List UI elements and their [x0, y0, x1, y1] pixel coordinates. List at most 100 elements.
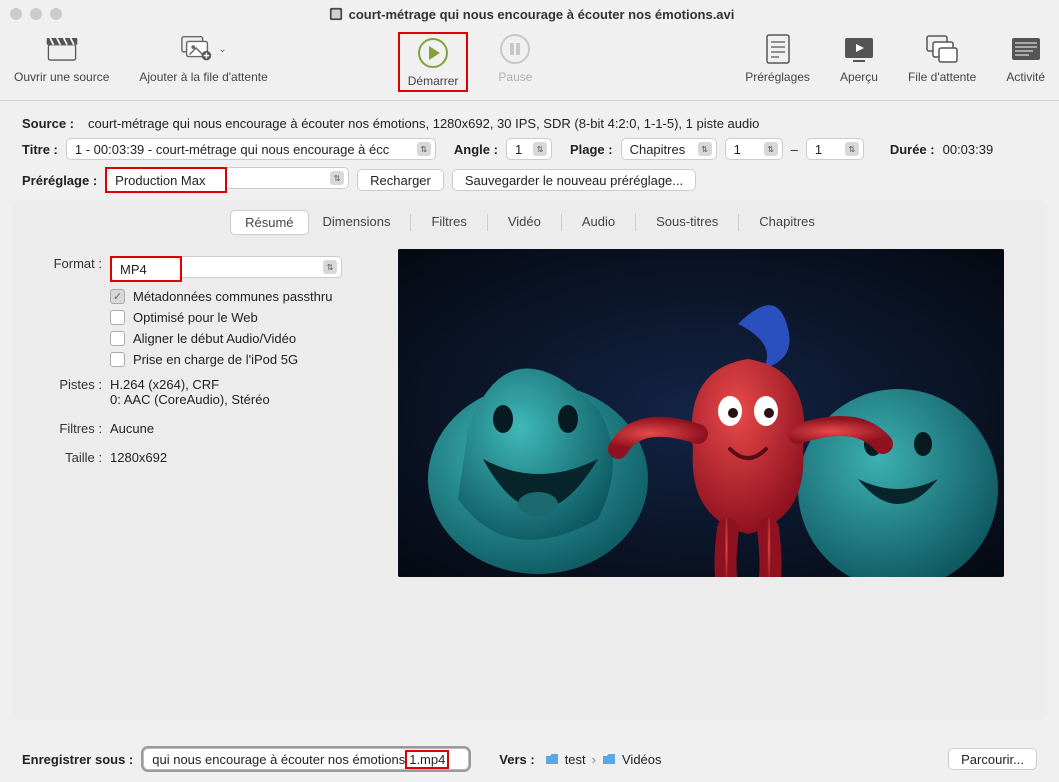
save-as-label: Enregistrer sous :: [22, 752, 133, 767]
play-icon: [416, 36, 450, 70]
tracks-value: H.264 (x264), CRF 0: AAC (CoreAudio), St…: [110, 377, 378, 407]
path-seg2: Vidéos: [622, 752, 662, 767]
preset-label: Préréglage :: [22, 173, 97, 188]
tab-summary[interactable]: Résumé: [230, 210, 308, 235]
clapperboard-icon: [45, 32, 79, 66]
content-panel: Résumé Dimensions Filtres Vidéo Audio So…: [12, 200, 1047, 720]
checkbox-align[interactable]: [110, 331, 125, 346]
tab-subtitles[interactable]: Sous-titres: [642, 210, 732, 235]
updown-icon: ⇅: [698, 142, 712, 156]
save-as-filename: qui nous encourage à écouter nos émotion…: [152, 752, 405, 767]
video-preview: [398, 249, 1004, 577]
checkbox-web-label: Optimisé pour le Web: [133, 310, 258, 325]
angle-label: Angle :: [454, 142, 498, 157]
add-queue-label: Ajouter à la file d'attente: [139, 70, 267, 84]
reload-preset-button[interactable]: Recharger: [357, 169, 444, 191]
save-as-extension: 1.mp4: [405, 750, 449, 769]
range-from-select[interactable]: 1 ⇅: [725, 138, 783, 160]
save-preset-button[interactable]: Sauvegarder le nouveau préréglage...: [452, 169, 696, 191]
duration-value: 00:03:39: [943, 142, 994, 157]
updown-icon: ⇅: [330, 171, 344, 185]
preview-button[interactable]: Aperçu: [840, 32, 878, 84]
chevron-down-icon[interactable]: ⌄: [218, 44, 226, 55]
preset-select[interactable]: ⇅: [227, 167, 349, 189]
window-controls: [10, 8, 62, 20]
tab-audio[interactable]: Audio: [568, 210, 629, 235]
tab-filters[interactable]: Filtres: [417, 210, 480, 235]
duration-label: Durée :: [890, 142, 935, 157]
title-label: Titre :: [22, 142, 58, 157]
filters-value: Aucune: [110, 421, 378, 436]
app-icon: [329, 7, 343, 21]
queue-label: File d'attente: [908, 70, 976, 84]
activity-button[interactable]: Activité: [1006, 32, 1045, 84]
pause-label: Pause: [498, 70, 532, 84]
preview-label: Aperçu: [840, 70, 878, 84]
presets-button[interactable]: Préréglages: [745, 32, 810, 84]
range-sep: –: [791, 142, 798, 157]
checkbox-web[interactable]: [110, 310, 125, 325]
format-select-inner: MP4: [112, 258, 180, 280]
tabs: Résumé Dimensions Filtres Vidéo Audio So…: [22, 210, 1037, 235]
folder-icon: [545, 753, 559, 765]
range-label: Plage :: [570, 142, 613, 157]
close-window[interactable]: [10, 8, 22, 20]
range-type-value: Chapitres: [630, 142, 686, 157]
updown-icon: ⇅: [323, 260, 337, 274]
preset-value: Production Max: [115, 173, 205, 188]
angle-select[interactable]: 1 ⇅: [506, 138, 552, 160]
source-label: Source :: [22, 116, 74, 131]
zoom-window[interactable]: [50, 8, 62, 20]
path-breadcrumb[interactable]: test › Vidéos: [545, 752, 662, 767]
activity-icon: [1009, 32, 1043, 66]
titlebar: court-métrage qui nous encourage à écout…: [0, 0, 1059, 28]
window-title-text: court-métrage qui nous encourage à écout…: [349, 7, 735, 22]
tab-video[interactable]: Vidéo: [494, 210, 555, 235]
format-select[interactable]: ⇅: [182, 256, 342, 278]
presets-icon: [761, 32, 795, 66]
open-source-button[interactable]: Ouvrir une source: [14, 32, 109, 84]
filters-label: Filtres :: [38, 421, 102, 436]
queue-icon: [925, 32, 959, 66]
checkbox-meta[interactable]: ✓: [110, 289, 125, 304]
window-title: court-métrage qui nous encourage à écout…: [62, 7, 1001, 22]
images-plus-icon: [180, 32, 214, 66]
title-select[interactable]: 1 - 00:03:39 - court-métrage qui nous en…: [66, 138, 436, 160]
tab-dimensions[interactable]: Dimensions: [309, 210, 405, 235]
checkbox-ipod[interactable]: [110, 352, 125, 367]
start-button[interactable]: Démarrer: [398, 32, 469, 92]
pause-button: Pause: [498, 32, 532, 84]
checkbox-ipod-label: Prise en charge de l'iPod 5G: [133, 352, 298, 367]
range-to-select[interactable]: 1 ⇅: [806, 138, 864, 160]
updown-icon: ⇅: [845, 142, 859, 156]
updown-icon: ⇅: [533, 142, 547, 156]
checkbox-align-label: Aligner le début Audio/Vidéo: [133, 331, 296, 346]
to-label: Vers :: [499, 752, 534, 767]
pause-icon: [498, 32, 532, 66]
toolbar: Ouvrir une source ⌄ Ajouter à la file d'…: [0, 28, 1059, 100]
checkbox-meta-label: Métadonnées communes passthru: [133, 289, 332, 304]
open-source-label: Ouvrir une source: [14, 70, 109, 84]
source-value: court-métrage qui nous encourage à écout…: [88, 116, 759, 131]
summary-left: Format : MP4 ⇅ ✓ Métadonnées communes pa…: [38, 249, 378, 577]
title-value: 1 - 00:03:39 - court-métrage qui nous en…: [75, 142, 389, 157]
browse-button[interactable]: Parcourir...: [948, 748, 1037, 770]
save-as-field[interactable]: qui nous encourage à écouter nos émotion…: [143, 748, 469, 770]
size-label: Taille :: [38, 450, 102, 465]
updown-icon: ⇅: [764, 142, 778, 156]
angle-value: 1: [515, 142, 522, 157]
tracks-label: Pistes :: [38, 377, 102, 392]
add-queue-button[interactable]: ⌄ Ajouter à la file d'attente: [139, 32, 267, 84]
updown-icon: ⇅: [417, 142, 431, 156]
tab-chapters[interactable]: Chapitres: [745, 210, 829, 235]
preset-select-inner: Production Max: [107, 169, 225, 191]
queue-button[interactable]: File d'attente: [908, 32, 976, 84]
size-value: 1280x692: [110, 450, 378, 465]
format-label: Format :: [38, 256, 102, 271]
minimize-window[interactable]: [30, 8, 42, 20]
footer: Enregistrer sous : qui nous encourage à …: [0, 736, 1059, 782]
range-type-select[interactable]: Chapitres ⇅: [621, 138, 717, 160]
folder-icon: [602, 753, 616, 765]
format-value: MP4: [120, 262, 147, 277]
activity-label: Activité: [1006, 70, 1045, 84]
